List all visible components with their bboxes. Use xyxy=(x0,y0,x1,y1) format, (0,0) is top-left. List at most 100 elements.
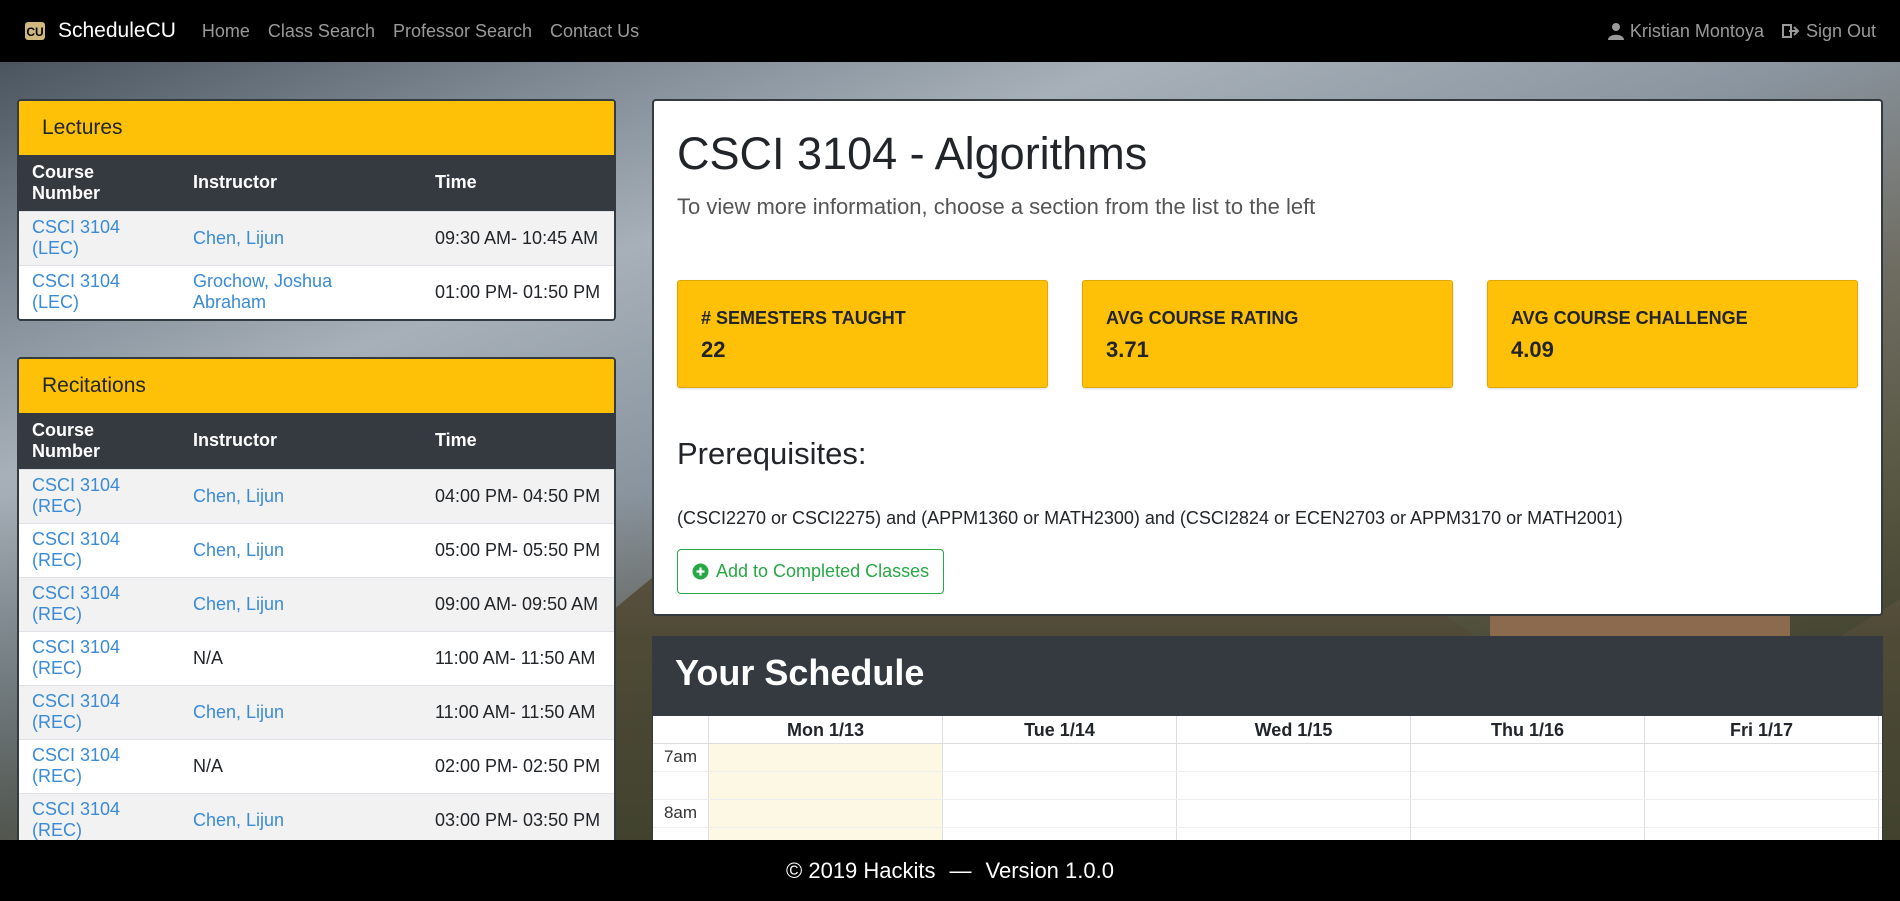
brand-name: ScheduleCU xyxy=(58,19,176,42)
col-header-instructor: Instructor xyxy=(180,155,422,211)
calendar-slot[interactable] xyxy=(1411,800,1645,827)
nav-right: Kristian Montoya Sign Out xyxy=(1590,21,1876,42)
time-cell: 02:00 PM- 02:50 PM xyxy=(422,738,614,793)
course-link[interactable]: CSCI 3104 (LEC) xyxy=(19,210,180,265)
calendar-slot[interactable] xyxy=(1645,744,1879,771)
sign-out-link[interactable]: Sign Out xyxy=(1781,20,1876,42)
sign-out-label: Sign Out xyxy=(1805,20,1876,41)
footer: © 2019 Hackits — Version 1.0.0 xyxy=(0,840,1900,901)
user-icon xyxy=(1607,23,1624,40)
course-link[interactable]: CSCI 3104 (REC) xyxy=(19,738,180,793)
calendar-slot[interactable] xyxy=(709,772,943,799)
table-row: CSCI 3104 (LEC) Chen, Lijun 09:30 AM- 10… xyxy=(19,210,614,265)
course-info-card: CSCI 3104 - Algorithms To view more info… xyxy=(652,99,1883,616)
calendar-slot[interactable] xyxy=(1411,772,1645,799)
calendar-slot[interactable] xyxy=(943,800,1177,827)
calendar-slot[interactable] xyxy=(709,800,943,827)
prerequisites-text: (CSCI2270 or CSCI2275) and (APPM1360 or … xyxy=(677,508,1623,528)
time-label xyxy=(653,772,709,799)
add-to-completed-button[interactable]: Add to Completed Classes xyxy=(677,549,945,594)
time-cell: 05:00 PM- 05:50 PM xyxy=(422,522,614,577)
lectures-table: Course Number Instructor Time CSCI 3104 … xyxy=(19,155,614,319)
course-link[interactable]: CSCI 3104 (REC) xyxy=(19,468,180,523)
schedule-calendar: Mon 1/13 Tue 1/14 Wed 1/15 Thu 1/16 Fri … xyxy=(653,716,1882,840)
nav-professor-search-link[interactable]: Professor Search xyxy=(393,21,532,42)
calendar-time-row: 8am xyxy=(653,800,1882,828)
calendar-slot[interactable] xyxy=(943,828,1177,840)
day-header-fri: Fri 1/17 xyxy=(1645,716,1879,743)
table-row: CSCI 3104 (REC) N/A 11:00 AM- 11:50 AM xyxy=(19,630,614,685)
time-cell: 11:00 AM- 11:50 AM xyxy=(422,684,614,739)
time-label: 8am xyxy=(653,800,709,827)
col-header-time: Time xyxy=(422,413,614,469)
footer-version: Version 1.0.0 xyxy=(985,857,1114,883)
col-header-course-number: Course Number xyxy=(19,155,180,211)
course-link[interactable]: CSCI 3104 (REC) xyxy=(19,684,180,739)
recitations-table: Course Number Instructor Time CSCI 3104 … xyxy=(19,413,614,840)
prerequisites-heading: Prerequisites: xyxy=(677,436,867,471)
plus-circle-icon xyxy=(692,563,709,580)
table-row: CSCI 3104 (REC) N/A 02:00 PM- 02:50 PM xyxy=(19,738,614,793)
recitations-title: Recitations xyxy=(19,359,614,413)
time-label: 7am xyxy=(653,744,709,771)
time-gutter xyxy=(653,716,709,743)
brand[interactable]: CU ScheduleCU xyxy=(24,19,176,43)
stat-semesters-taught: # SEMESTERS TAUGHT 22 xyxy=(677,280,1048,388)
add-to-completed-label: Add to Completed Classes xyxy=(716,561,930,581)
instructor-cell: N/A xyxy=(180,630,422,685)
recitations-card: Recitations Course Number Instructor Tim… xyxy=(17,357,616,840)
time-cell: 09:30 AM- 10:45 AM xyxy=(422,210,614,265)
instructor-link[interactable]: Chen, Lijun xyxy=(180,792,422,840)
calendar-header: Mon 1/13 Tue 1/14 Wed 1/15 Thu 1/16 Fri … xyxy=(653,716,1882,744)
calendar-slot[interactable] xyxy=(1177,772,1411,799)
sign-out-icon xyxy=(1781,24,1800,38)
footer-copyright: © 2019 Hackits xyxy=(786,857,936,883)
stat-avg-course-rating: AVG COURSE RATING 3.71 xyxy=(1082,280,1453,388)
instructor-link[interactable]: Chen, Lijun xyxy=(180,576,422,631)
lectures-card: Lectures Course Number Instructor Time C… xyxy=(17,99,616,321)
calendar-slot[interactable] xyxy=(1177,744,1411,771)
course-link[interactable]: CSCI 3104 (REC) xyxy=(19,522,180,577)
user-name: Kristian Montoya xyxy=(1629,20,1764,41)
course-subtitle: To view more information, choose a secti… xyxy=(677,194,1316,219)
stat-value: 3.71 xyxy=(1106,337,1149,362)
calendar-slot[interactable] xyxy=(1411,744,1645,771)
nav-contact-us-link[interactable]: Contact Us xyxy=(550,21,639,42)
nav-home-link[interactable]: Home xyxy=(202,21,250,42)
calendar-slot[interactable] xyxy=(1645,800,1879,827)
instructor-cell: N/A xyxy=(180,738,422,793)
calendar-slot[interactable] xyxy=(709,744,943,771)
calendar-slot[interactable] xyxy=(1177,800,1411,827)
instructor-link[interactable]: Chen, Lijun xyxy=(180,684,422,739)
course-link[interactable]: CSCI 3104 (REC) xyxy=(19,630,180,685)
svg-text:CU: CU xyxy=(26,25,43,39)
course-link[interactable]: CSCI 3104 (REC) xyxy=(19,576,180,631)
table-row: CSCI 3104 (LEC) Grochow, Joshua Abraham … xyxy=(19,264,614,319)
calendar-slot[interactable] xyxy=(1177,828,1411,840)
time-cell: 09:00 AM- 09:50 AM xyxy=(422,576,614,631)
time-cell: 01:00 PM- 01:50 PM xyxy=(422,264,614,319)
calendar-slot[interactable] xyxy=(1645,828,1879,840)
calendar-slot[interactable] xyxy=(1645,772,1879,799)
course-link[interactable]: CSCI 3104 (REC) xyxy=(19,792,180,840)
calendar-time-row: 7am xyxy=(653,744,1882,772)
instructor-link[interactable]: Chen, Lijun xyxy=(180,210,422,265)
table-row: CSCI 3104 (REC) Chen, Lijun 03:00 PM- 03… xyxy=(19,792,614,840)
table-row: CSCI 3104 (REC) Chen, Lijun 11:00 AM- 11… xyxy=(19,684,614,739)
course-link[interactable]: CSCI 3104 (LEC) xyxy=(19,264,180,319)
instructor-link[interactable]: Chen, Lijun xyxy=(180,468,422,523)
stat-label: AVG COURSE CHALLENGE xyxy=(1511,308,1748,328)
stats-row: # SEMESTERS TAUGHT 22 AVG COURSE RATING … xyxy=(677,280,1858,388)
nav-class-search-link[interactable]: Class Search xyxy=(268,21,375,42)
col-header-time: Time xyxy=(422,155,614,211)
calendar-slot[interactable] xyxy=(709,828,943,840)
day-header-mon: Mon 1/13 xyxy=(709,716,943,743)
col-header-course-number: Course Number xyxy=(19,413,180,469)
calendar-slot[interactable] xyxy=(943,772,1177,799)
user-menu[interactable]: Kristian Montoya xyxy=(1607,20,1764,42)
instructor-link[interactable]: Grochow, Joshua Abraham xyxy=(180,264,422,319)
instructor-link[interactable]: Chen, Lijun xyxy=(180,522,422,577)
footer-separator: — xyxy=(949,857,972,883)
calendar-slot[interactable] xyxy=(1411,828,1645,840)
calendar-slot[interactable] xyxy=(943,744,1177,771)
